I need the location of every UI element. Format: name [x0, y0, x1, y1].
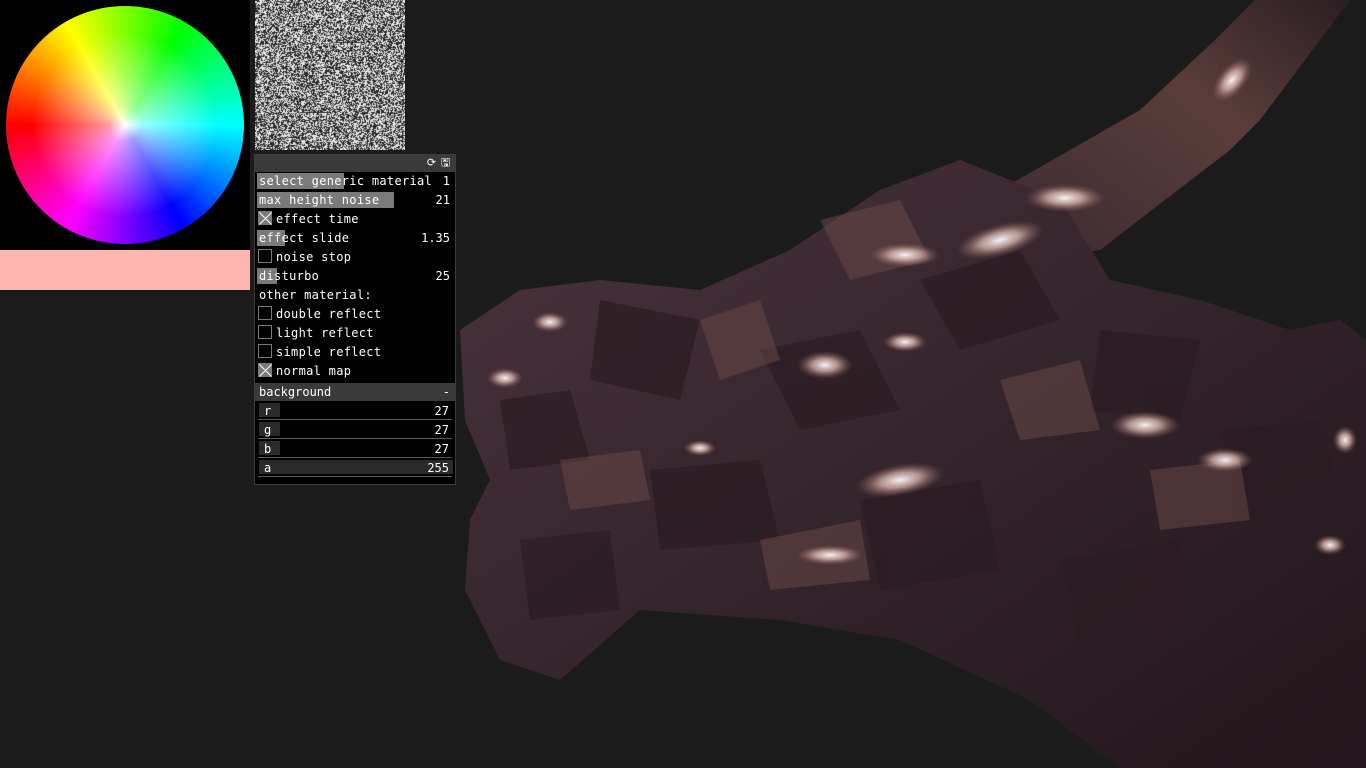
noise-texture-preview	[255, 0, 405, 150]
channel-value: 27	[434, 404, 449, 418]
control-label: other material:	[259, 288, 372, 302]
channel-label: b	[264, 442, 272, 456]
slider-max-height-noise[interactable]: max height noise 21	[256, 191, 454, 209]
panel-titlebar[interactable]: ⟳ 🖫	[255, 155, 455, 172]
color-wheel[interactable]	[6, 6, 244, 244]
panel-controls: select generic material 1 max height noise…	[255, 172, 455, 380]
control-label: max height noise	[259, 193, 380, 207]
slider-select-generic-material[interactable]: select generic material 1	[256, 172, 454, 190]
channel-label: r	[264, 404, 272, 418]
channel-slider-g[interactable]: g 27	[258, 421, 452, 439]
save-icon[interactable]: 🖫	[440, 157, 451, 168]
section-label: other material:	[256, 286, 454, 304]
channel-slider-b[interactable]: b 27	[258, 440, 452, 458]
collapse-button[interactable]: -	[443, 383, 450, 401]
control-label: double reflect	[276, 307, 382, 321]
control-value: 1	[442, 174, 450, 188]
toggle-effect-time[interactable]: effect time	[256, 210, 454, 228]
checkbox[interactable]	[258, 344, 272, 358]
slider-effect-slide[interactable]: effect slide 1.35	[256, 229, 454, 247]
control-label: normal map	[276, 364, 352, 378]
toggle-simple-reflect[interactable]: simple reflect	[256, 343, 454, 361]
control-panel: ⟳ 🖫 select generic material 1 max height n…	[254, 154, 456, 485]
slider-disturbo[interactable]: disturbo 25	[256, 267, 454, 285]
control-label: noise stop	[276, 250, 352, 264]
background-channels: r 27 g 27 b 27 a 255	[255, 402, 455, 477]
channel-label: a	[264, 461, 272, 475]
channel-slider-r[interactable]: r 27	[258, 402, 452, 420]
checkbox[interactable]	[258, 363, 272, 377]
channel-value: 255	[427, 461, 449, 475]
color-picker[interactable]	[0, 0, 250, 250]
channel-value: 27	[434, 423, 449, 437]
control-label: effect time	[276, 212, 359, 226]
control-value: 21	[435, 193, 450, 207]
channel-slider-a[interactable]: a 255	[258, 459, 453, 477]
selected-color-swatch	[0, 250, 250, 290]
checkbox[interactable]	[258, 325, 272, 339]
background-group-title: background	[259, 385, 332, 399]
control-label: simple reflect	[276, 345, 382, 359]
control-label: effect slide	[259, 231, 350, 245]
control-label: select generic material	[259, 174, 433, 188]
toggle-normal-map[interactable]: normal map	[256, 362, 454, 380]
slider-fill	[259, 460, 453, 474]
toggle-light-reflect[interactable]: light reflect	[256, 324, 454, 342]
control-value: 1.35	[421, 231, 450, 245]
refresh-icon[interactable]: ⟳	[426, 157, 437, 168]
toggle-double-reflect[interactable]: double reflect	[256, 305, 454, 323]
channel-label: g	[264, 423, 272, 437]
toggle-noise-stop[interactable]: noise stop	[256, 248, 454, 266]
control-label: disturbo	[259, 269, 320, 283]
checkbox[interactable]	[258, 306, 272, 320]
background-group-header[interactable]: background -	[255, 383, 455, 401]
channel-value: 27	[434, 442, 449, 456]
control-value: 25	[435, 269, 450, 283]
control-label: light reflect	[276, 326, 374, 340]
checkbox[interactable]	[258, 211, 272, 225]
checkbox[interactable]	[258, 249, 272, 263]
